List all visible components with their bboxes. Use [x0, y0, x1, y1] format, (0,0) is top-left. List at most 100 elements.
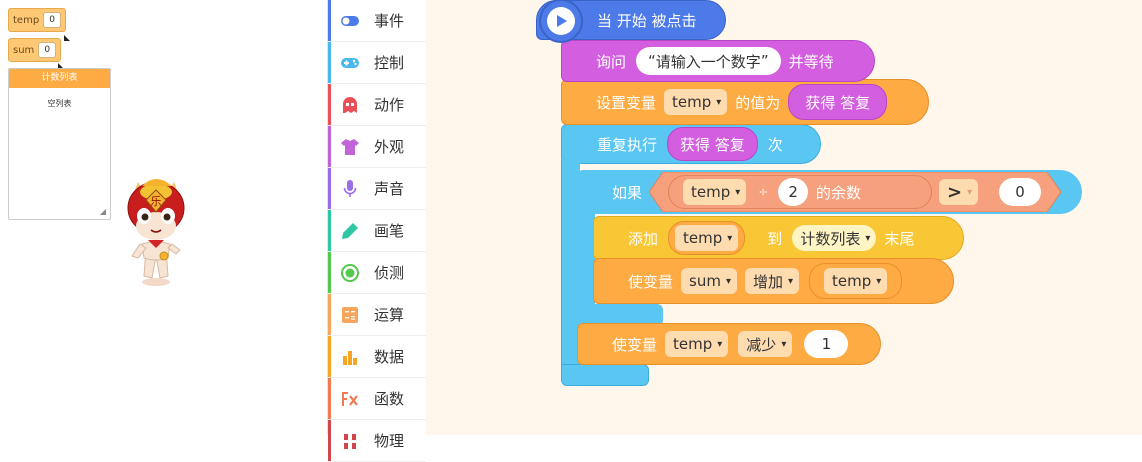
- microphone-icon: [340, 179, 360, 199]
- repeat-footer: [561, 364, 649, 386]
- variable-monitor-temp[interactable]: temp 0: [8, 8, 67, 32]
- mod-label: 的余数: [815, 183, 861, 202]
- change-action-dropdown[interactable]: 增加 ▾: [744, 268, 800, 294]
- if-prefix: 如果: [612, 183, 643, 202]
- category-item[interactable]: 画笔: [328, 210, 426, 252]
- input-value: 请输入一个数字: [655, 52, 761, 71]
- chevron-down-icon: ▾: [735, 186, 741, 198]
- shirt-icon: [340, 137, 360, 157]
- category-color-bar: [328, 126, 331, 167]
- chevron-down-icon: ▾: [725, 275, 731, 287]
- change-var-dropdown[interactable]: temp ▾: [665, 331, 729, 357]
- svg-text:乐: 乐: [151, 195, 162, 208]
- repeat-prefix: 重复执行: [597, 135, 658, 154]
- category-item[interactable]: 函数: [328, 378, 426, 420]
- category-item[interactable]: 运算: [328, 294, 426, 336]
- category-item[interactable]: 侦测: [328, 252, 426, 294]
- chevron-down-icon: ▾: [781, 338, 787, 350]
- add-to-list-block[interactable]: 添加 temp ▾ 到 计数列表 ▾ 末尾: [593, 216, 964, 260]
- add-mid: 到: [767, 229, 783, 248]
- change-value-reporter[interactable]: temp ▾: [809, 263, 903, 299]
- set-value-reporter[interactable]: 获得 答复: [788, 84, 888, 120]
- physics-icon: [340, 431, 360, 451]
- category-item[interactable]: 事件: [328, 0, 426, 42]
- change-sum-block[interactable]: 使变量 sum ▾ 增加 ▾ temp ▾: [593, 258, 954, 304]
- target-icon: [340, 263, 360, 283]
- ask-block[interactable]: 询问 “请输入一个数字” 并等待: [561, 40, 875, 82]
- resize-handle-icon[interactable]: [64, 35, 70, 41]
- chevron-down-icon: ▾: [717, 338, 723, 350]
- monitor-value: 0: [38, 42, 57, 58]
- list-monitor[interactable]: 计数列表 空列表 ◢: [8, 68, 111, 220]
- category-item[interactable]: 控制: [328, 42, 426, 84]
- comparison-dropdown[interactable]: > ▾: [939, 179, 979, 205]
- ask-question-input[interactable]: “请输入一个数字”: [636, 47, 781, 75]
- mod-left-var-dropdown[interactable]: temp ▾: [683, 179, 747, 205]
- variable-monitor-sum[interactable]: sum 0: [8, 38, 62, 62]
- ghost-icon: [340, 95, 360, 115]
- list-empty-text: 空列表: [47, 99, 72, 108]
- category-item[interactable]: 声音: [328, 168, 426, 210]
- add-value-dropdown[interactable]: temp ▾: [675, 225, 739, 251]
- repeat-block[interactable]: 重复执行 获得 答复 次: [561, 124, 821, 164]
- change-var-dropdown[interactable]: sum ▾: [681, 268, 737, 294]
- event-toggle-icon: [340, 11, 360, 31]
- change-value-dropdown[interactable]: temp ▾: [824, 268, 888, 294]
- when-start-clicked-hat-block[interactable]: 当 开始 被点击: [536, 0, 726, 43]
- chevron-down-icon: ▾: [967, 186, 973, 198]
- chevron-down-icon: ▾: [865, 232, 871, 244]
- category-label: 数据: [374, 348, 405, 366]
- change-value-input[interactable]: 1: [804, 330, 849, 358]
- category-color-bar: [328, 42, 331, 83]
- category-item[interactable]: 外观: [328, 126, 426, 168]
- divide-symbol: ÷: [758, 185, 769, 199]
- set-var-dropdown[interactable]: temp ▾: [664, 89, 728, 115]
- dropdown-value: 增加: [752, 272, 783, 291]
- category-label: 动作: [374, 96, 405, 114]
- if-block[interactable]: 如果 temp ▾ ÷ 2 的余数 > ▾ 0: [577, 170, 1082, 214]
- function-icon: [340, 389, 360, 409]
- add-value-reporter[interactable]: temp ▾: [668, 221, 746, 255]
- set-variable-block[interactable]: 设置变量 temp ▾ 的值为 获得 答复: [561, 79, 929, 125]
- mod-operator-block[interactable]: temp ▾ ÷ 2 的余数: [668, 175, 932, 209]
- list-dropdown[interactable]: 计数列表 ▾: [792, 225, 877, 251]
- comparison-rhs-input[interactable]: 0: [999, 178, 1041, 206]
- play-icon: [557, 15, 567, 27]
- script-workspace[interactable]: 重复执行 获得 答复 次 如果 temp ▾ ÷ 2 的余数 > ▾ 0 添加 te…: [426, 0, 1142, 435]
- category-label: 运算: [374, 306, 405, 324]
- monitor-value: 0: [43, 12, 62, 28]
- category-color-bar: [328, 252, 331, 293]
- input-value: 2: [788, 183, 798, 201]
- category-label: 侦测: [374, 264, 405, 282]
- cat-hero-sprite-icon[interactable]: 乐: [118, 170, 198, 290]
- change-temp-block[interactable]: 使变量 temp ▾ 减少 ▾ 1: [577, 323, 881, 365]
- chevron-down-icon: ▾: [727, 232, 733, 244]
- dropdown-value: temp: [673, 335, 713, 353]
- divisor-input[interactable]: 2: [778, 178, 808, 206]
- category-label: 物理: [374, 432, 405, 450]
- list-monitor-title: 计数列表: [9, 69, 110, 88]
- list-resize-grip-icon[interactable]: ◢: [100, 207, 106, 216]
- input-value: 1: [821, 335, 832, 353]
- monitor-label: temp: [13, 14, 40, 26]
- category-color-bar: [328, 378, 331, 419]
- ask-prefix: 询问: [596, 52, 627, 71]
- set-mid: 的值为: [735, 93, 781, 112]
- category-color-bar: [328, 336, 331, 377]
- category-label: 函数: [374, 390, 405, 408]
- play-button-icon[interactable]: [539, 0, 583, 43]
- change-action-dropdown[interactable]: 减少 ▾: [738, 331, 793, 357]
- category-color-bar: [328, 420, 331, 461]
- ask-suffix: 并等待: [788, 52, 834, 71]
- category-label: 外观: [374, 138, 405, 156]
- category-item[interactable]: 物理: [328, 420, 426, 462]
- repeat-times-reporter[interactable]: 获得 答复: [667, 127, 758, 161]
- category-color-bar: [328, 168, 331, 209]
- category-item[interactable]: 动作: [328, 84, 426, 126]
- calculator-icon: [340, 305, 360, 325]
- reporter-text: 获得 答复: [805, 93, 871, 112]
- dropdown-value: temp: [683, 229, 723, 247]
- category-item[interactable]: 数据: [328, 336, 426, 378]
- category-label: 控制: [374, 54, 405, 72]
- block-category-palette: 事件控制动作外观声音 画笔侦测运算数据函数物理: [327, 0, 427, 462]
